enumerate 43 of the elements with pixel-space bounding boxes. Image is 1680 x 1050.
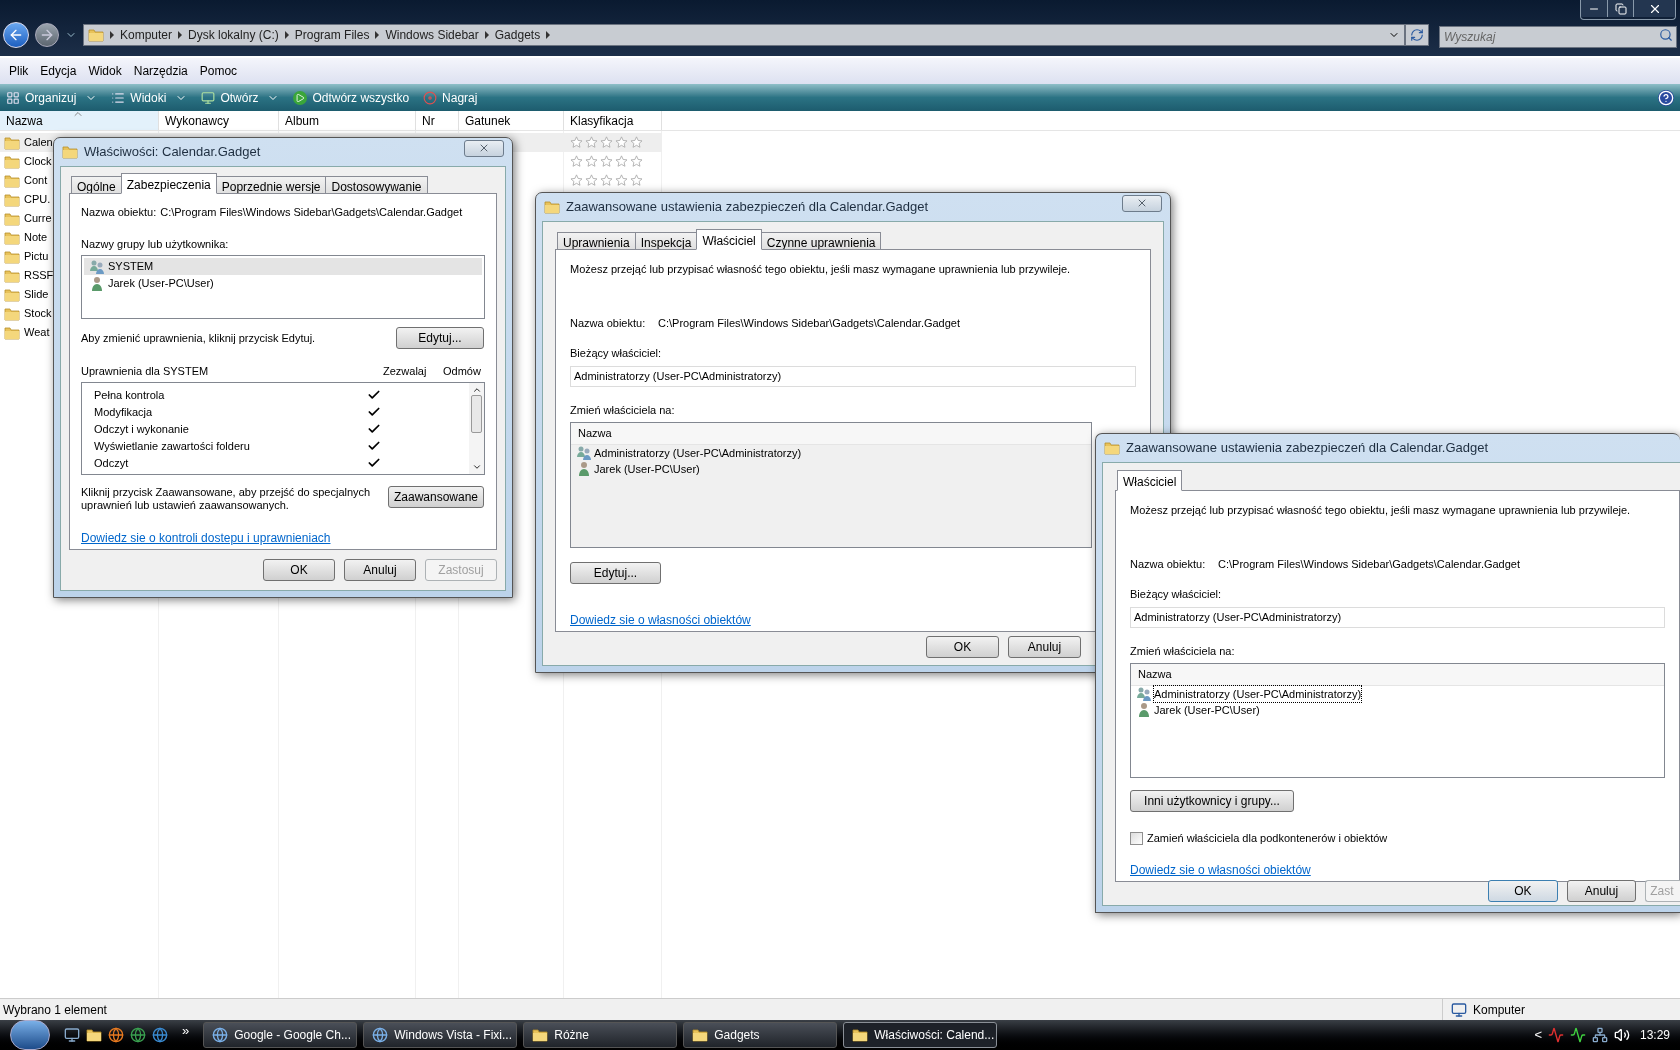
object-path: C:\Program Files\Windows Sidebar\Gadgets\Calendar.Gadget: [1218, 556, 1521, 572]
users-label: Nazwy grupy lub użytkownika:: [81, 236, 230, 252]
file-name: RSSF: [24, 268, 54, 284]
owner-label: Bieżący właściciel:: [1130, 587, 1223, 602]
status-text: Wybrano 1 element: [2, 1001, 108, 1019]
object-label: Nazwa obiektu:: [570, 315, 647, 331]
object-label: Nazwa obiektu:: [81, 205, 157, 220]
file-name: Slide: [24, 287, 49, 303]
window-title: Zaawansowane ustawienia zabezpieczeń dla Calendar.Gadget: [566, 198, 929, 217]
object-label: Nazwa obiektu:: [1130, 556, 1207, 572]
file-name: Clock: [24, 154, 52, 170]
owner-field: Administratorzy (User-PC\Administratorzy): [570, 365, 1136, 387]
location-text: Komputer: [1473, 1001, 1526, 1019]
owner-field: Administratorzy (User-PC\Administratorzy): [1130, 606, 1665, 628]
object-path: C:\Program Files\Windows Sidebar\Gadgets\Calendar.Gadget: [160, 205, 463, 220]
clock: 13:29: [1638, 1027, 1671, 1044]
owner-label: Bieżący właściciel:: [570, 346, 663, 361]
file-name: CPU.: [24, 192, 51, 208]
allow-header: Zezwalaj: [383, 363, 428, 379]
file-name: Note: [24, 230, 48, 246]
permissions-label: Uprawnienia dla SYSTEM: [81, 363, 210, 379]
advanced-hint: Kliknij przycisk Zaawansowane, aby przejść do specjalnych uprawnień lub ustawień zaawansowanych.: [81, 486, 371, 512]
intro-text: Możesz przejąć lub przypisać własność tego obiektu, jeśli masz wymagane uprawnienia lub przywileje.: [1130, 503, 1632, 518]
permission-name: Modyfikacja: [94, 404, 154, 420]
file-name: Cont: [24, 173, 48, 189]
permission-name: Wyświetlanie zawartości folderu: [94, 438, 251, 454]
permission-name: Odczyt: [94, 455, 130, 471]
permission-name: Pełna kontrola: [94, 387, 166, 403]
window-title: Zaawansowane ustawienia zabezpieczeń dla Calendar.Gadget: [1126, 439, 1489, 458]
edit-hint: Aby zmienić uprawnienia, kliknij przycisk Edytuj.: [81, 330, 316, 346]
file-name: Curre: [24, 211, 52, 227]
permission-name: Odczyt i wykonanie: [94, 421, 190, 437]
change-owner-label: Zmień właściciela na:: [1130, 643, 1236, 659]
change-owner-label: Zmień właściciela na:: [570, 402, 676, 418]
file-name: Weat: [24, 325, 50, 341]
object-path: C:\Program Files\Windows Sidebar\Gadgets\Calendar.Gadget: [658, 315, 961, 331]
intro-text: Możesz przejąć lub przypisać własność tego obiektu, jeśli masz wymagane uprawnienia lub przywileje.: [570, 262, 1072, 277]
file-name: Calen: [24, 135, 53, 151]
file-name: Stock: [24, 306, 52, 322]
window-title: Właściwości: Calendar.Gadget: [84, 143, 261, 162]
file-name: Pictu: [24, 249, 49, 265]
checkbox-label: Zamień właściciela dla podkontenerów i obiektów: [1147, 831, 1388, 846]
deny-header: Odmów: [443, 363, 482, 379]
